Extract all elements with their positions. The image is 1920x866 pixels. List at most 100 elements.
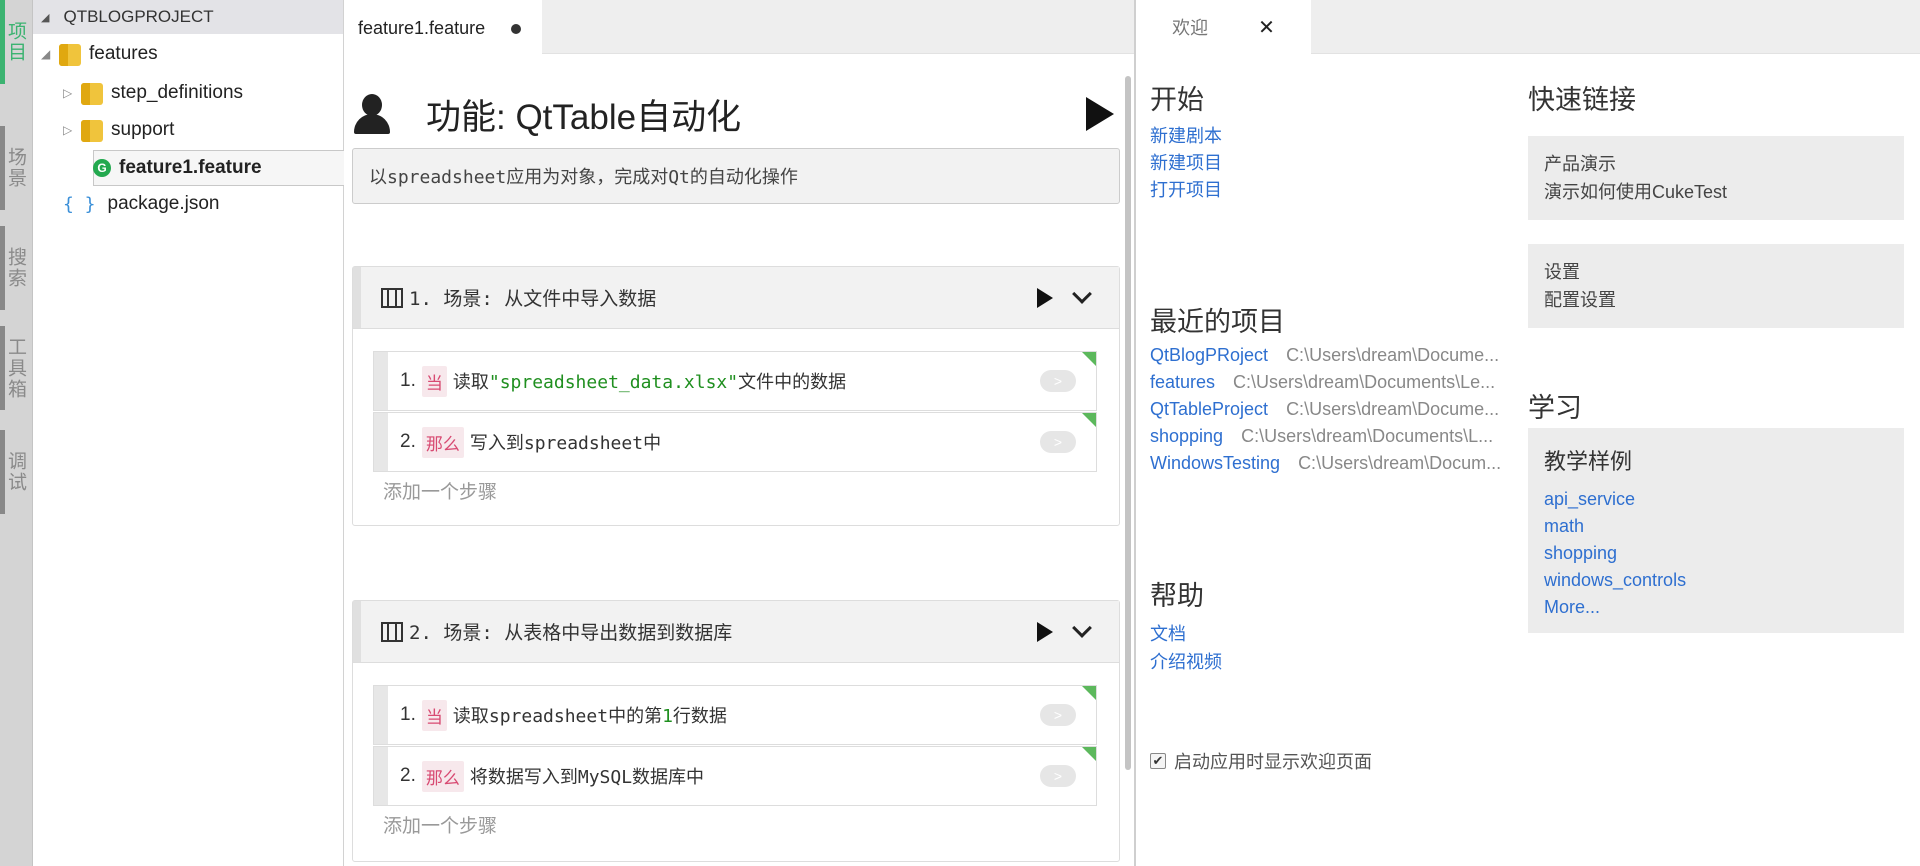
activity-item-toolbox[interactable]: 工具箱 (0, 326, 33, 410)
close-icon[interactable]: ✕ (1258, 15, 1275, 39)
collapsed-arrow-icon[interactable]: ▷ (63, 86, 81, 100)
step-status-corner (1082, 413, 1096, 427)
chevron-down-icon[interactable] (1072, 617, 1092, 638)
sample-link-shopping[interactable]: shopping (1544, 540, 1888, 567)
tree-item-support[interactable]: ▷ support (63, 112, 174, 148)
json-file-icon: { } (63, 193, 96, 215)
chevron-down-icon[interactable] (1072, 283, 1092, 304)
add-step-button[interactable]: 添加一个步骤 (383, 811, 497, 838)
step-status-pill[interactable]: > (1040, 765, 1076, 787)
film-icon (381, 621, 403, 642)
scenario-header: 1. 场景: 从文件中导入数据 (353, 267, 1119, 329)
activity-item-label: 搜索 (5, 247, 27, 289)
tree-item-feature1[interactable]: G feature1.feature (93, 150, 262, 186)
activity-item-label: 项目 (5, 21, 27, 63)
more-samples-link[interactable]: More... (1544, 594, 1888, 621)
recent-project-name[interactable]: WindowsTesting (1150, 453, 1280, 479)
learn-box: 教学样例 api_service math shopping windows_c… (1528, 428, 1904, 633)
recent-project-path: C:\Users\dream\Docume... (1286, 345, 1500, 365)
step-row[interactable]: 2. 那么 将数据写入到MySQL数据库中 > (373, 746, 1097, 806)
learn-box-title: 教学样例 (1544, 450, 1633, 475)
recent-heading: 最近的项目 (1150, 307, 1285, 338)
explorer-panel: ◢ QTBLOGPROJECT ◢ features ▷ step_defini… (33, 0, 369, 866)
scenario-title[interactable]: 2. 场景: 从表格中导出数据到数据库 (409, 618, 1037, 645)
step-status-pill[interactable]: > (1040, 431, 1076, 453)
tree-item-label: features (89, 43, 158, 64)
run-scenario-play-icon[interactable] (1037, 287, 1053, 308)
tree-item-label: step_definitions (111, 82, 244, 103)
editor-scrollbar[interactable] (1125, 76, 1131, 770)
quick-link-desc: 配置设置 (1544, 290, 1616, 310)
step-text[interactable]: 将数据写入到MySQL数据库中 (470, 763, 1040, 789)
step-status-pill[interactable]: > (1040, 704, 1076, 726)
step-status-corner (1082, 747, 1096, 761)
scenario-title[interactable]: 1. 场景: 从文件中导入数据 (409, 284, 1037, 311)
activity-item-project[interactable]: 项目 (0, 0, 33, 84)
folder-icon (59, 42, 81, 66)
recent-project-row[interactable]: QtTableProject C:\Users\dream\Docume... (1150, 399, 1522, 425)
startup-checkbox[interactable]: ✔ (1150, 753, 1166, 769)
step-status-pill[interactable]: > (1040, 370, 1076, 392)
step-number: 2. (400, 431, 416, 452)
explorer-header[interactable]: ◢ QTBLOGPROJECT (33, 0, 343, 34)
step-number: 1. (400, 704, 416, 725)
recent-project-row[interactable]: QtBlogPRoject C:\Users\dream\Docume... (1150, 345, 1522, 371)
intro-video-link[interactable]: 介绍视频 (1150, 648, 1222, 674)
step-text[interactable]: 读取spreadsheet中的第1行数据 (453, 702, 1040, 728)
activity-item-scenario[interactable]: 场景 (0, 126, 33, 210)
quick-link-title: 设置 (1544, 262, 1580, 282)
folder-icon (81, 118, 103, 142)
collapse-triangle-icon[interactable]: ◢ (41, 11, 49, 24)
tab-welcome[interactable]: 欢迎 ✕ (1136, 0, 1311, 54)
welcome-tab-bar: 欢迎 ✕ (1136, 0, 1920, 54)
step-number: 2. (400, 765, 416, 786)
tab-feature1[interactable]: feature1.feature (344, 0, 542, 54)
step-row[interactable]: 1. 当 读取"spreadsheet_data.xlsx"文件中的数据 > (373, 351, 1097, 411)
startup-option[interactable]: ✔ 启动应用时显示欢迎页面 (1150, 748, 1372, 774)
step-text[interactable]: 读取"spreadsheet_data.xlsx"文件中的数据 (453, 368, 1040, 394)
recent-project-path: C:\Users\dream\Documents\Le... (1233, 372, 1496, 392)
collapsed-arrow-icon[interactable]: ▷ (63, 123, 81, 137)
run-scenario-play-icon[interactable] (1037, 621, 1053, 642)
quick-link-box-settings[interactable]: 设置 配置设置 (1528, 244, 1904, 328)
step-row[interactable]: 2. 那么 写入到spreadsheet中 > (373, 412, 1097, 472)
run-feature-play-icon[interactable] (1086, 97, 1114, 131)
expanded-arrow-icon[interactable]: ◢ (41, 47, 59, 61)
sample-link-windows-controls[interactable]: windows_controls (1544, 567, 1888, 594)
activity-item-search[interactable]: 搜索 (0, 226, 33, 310)
activity-item-debug[interactable]: 调试 (0, 430, 33, 514)
recent-project-name[interactable]: QtBlogPRoject (1150, 345, 1268, 371)
recent-project-row[interactable]: features C:\Users\dream\Documents\Le... (1150, 372, 1522, 398)
tree-item-package-json[interactable]: { } package.json (63, 186, 219, 222)
add-step-button[interactable]: 添加一个步骤 (383, 477, 497, 504)
docs-link[interactable]: 文档 (1150, 620, 1186, 646)
sample-link-api-service[interactable]: api_service (1544, 486, 1888, 513)
step-row[interactable]: 1. 当 读取spreadsheet中的第1行数据 > (373, 685, 1097, 745)
tree-item-features[interactable]: ◢ features (41, 36, 158, 72)
feature-title[interactable]: 功能: QtTable自动化 (426, 89, 1086, 140)
welcome-pane: 欢迎 ✕ 开始 新建剧本 新建项目 打开项目 最近的项目 QtBlogPRoje… (1134, 0, 1920, 866)
feature-description[interactable]: 以spreadsheet应用为对象，完成对Qt的自动化操作 (352, 148, 1120, 204)
new-project-link[interactable]: 新建项目 (1150, 149, 1222, 175)
explorer-title: QTBLOGPROJECT (63, 7, 214, 26)
step-keyword: 当 (421, 365, 447, 397)
step-text[interactable]: 写入到spreadsheet中 (470, 429, 1040, 455)
recent-project-name[interactable]: shopping (1150, 426, 1223, 452)
activity-item-label: 工具箱 (5, 336, 27, 400)
step-status-corner (1082, 686, 1096, 700)
step-status-corner (1082, 352, 1096, 366)
sample-link-math[interactable]: math (1544, 513, 1888, 540)
unsaved-dot-icon[interactable] (511, 23, 522, 34)
open-project-link[interactable]: 打开项目 (1150, 176, 1222, 202)
recent-project-row[interactable]: shopping C:\Users\dream\Documents\L... (1150, 426, 1522, 452)
quick-link-box-demo[interactable]: 产品演示 演示如何使用CukeTest (1528, 136, 1904, 220)
recent-project-name[interactable]: features (1150, 372, 1215, 398)
new-script-link[interactable]: 新建剧本 (1150, 122, 1222, 148)
tree-item-label: feature1.feature (119, 157, 262, 178)
help-heading: 帮助 (1150, 581, 1204, 612)
activity-item-label: 场景 (5, 147, 27, 189)
editor-pane: feature1.feature 功能: QtTable自动化 以spreads… (344, 0, 1134, 866)
recent-project-row[interactable]: WindowsTesting C:\Users\dream\Docum... (1150, 453, 1522, 479)
tree-item-step-definitions[interactable]: ▷ step_definitions (63, 75, 243, 111)
recent-project-name[interactable]: QtTableProject (1150, 399, 1268, 425)
